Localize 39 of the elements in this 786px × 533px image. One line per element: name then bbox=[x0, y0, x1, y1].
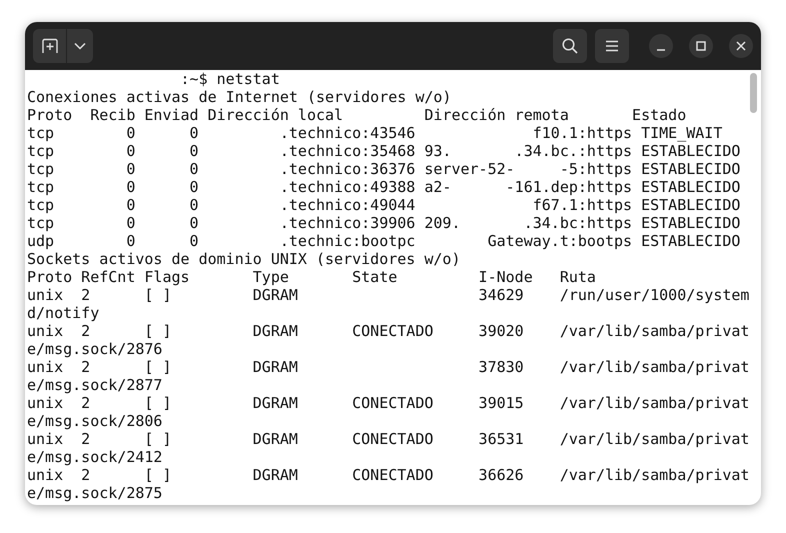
terminal-line: Proto Recib Enviad Dirección local Dirección remota Estado bbox=[27, 106, 686, 124]
terminal-line: unix 2 [ ] DGRAM CONECTADO 36626 /var/lib/samba/privat bbox=[27, 466, 750, 484]
terminal-line: tcp 0 0 .technico:43546 f10.1:https TIME_WAIT bbox=[27, 124, 722, 142]
menu-icon bbox=[605, 40, 619, 52]
search-icon bbox=[562, 38, 578, 54]
terminal-line: e/msg.sock/2875 bbox=[27, 484, 162, 502]
minimize-icon bbox=[657, 48, 665, 50]
minimize-button[interactable] bbox=[649, 34, 673, 58]
scrollbar-thumb[interactable] bbox=[750, 73, 757, 113]
terminal-line: tcp 0 0 .technico:49388 a2- -161.dep:https ESTABLECIDO bbox=[27, 178, 740, 196]
search-button[interactable] bbox=[553, 29, 587, 63]
close-icon bbox=[736, 41, 746, 51]
terminal-line: e/msg.sock/2877 bbox=[27, 376, 162, 394]
terminal-line: tcp 0 0 .technico:49044 f67.1:https ESTABLECIDO bbox=[27, 196, 740, 214]
maximize-icon bbox=[696, 41, 706, 51]
maximize-button[interactable] bbox=[689, 34, 713, 58]
chevron-down-icon bbox=[74, 42, 86, 50]
terminal-line: unix 2 [ ] DGRAM 34629 /run/user/1000/system bbox=[27, 286, 750, 304]
new-tab-icon bbox=[40, 38, 58, 54]
terminal-line: unix 2 [ ] DGRAM CONECTADO 39020 /var/lib/samba/privat bbox=[27, 322, 750, 340]
terminal-line: udp 0 0 .technic:bootpc Gateway.t:bootps ESTABLECIDO bbox=[27, 232, 740, 250]
terminal-line: e/msg.sock/2412 bbox=[27, 448, 162, 466]
terminal-line: Proto RefCnt Flags Type State I-Node Ruta bbox=[27, 268, 596, 286]
dropdown-button[interactable] bbox=[67, 29, 93, 63]
terminal-line: Conexiones activas de Internet (servidores w/o) bbox=[27, 88, 452, 106]
terminal-line: tcp 0 0 .technico:35468 93. .34.bc.:https ESTABLECIDO bbox=[27, 142, 740, 160]
terminal-line: e/msg.sock/2806 bbox=[27, 412, 162, 430]
terminal-line: unix 2 [ ] DGRAM 37830 /var/lib/samba/privat bbox=[27, 358, 750, 376]
new-tab-button[interactable] bbox=[33, 29, 67, 63]
terminal-line: e/msg.sock/2876 bbox=[27, 340, 162, 358]
terminal-line: tcp 0 0 .technico:36376 server-52- -5:https ESTABLECIDO bbox=[27, 160, 740, 178]
terminal-line: Sockets activos de dominio UNIX (servidores w/o) bbox=[27, 250, 460, 268]
terminal-line: d/notify bbox=[27, 304, 100, 322]
close-button[interactable] bbox=[729, 34, 753, 58]
terminal-line: :~$ netstat bbox=[180, 70, 280, 88]
terminal-line: unix 2 [ ] DGRAM CONECTADO 36531 /var/lib/samba/privat bbox=[27, 430, 750, 448]
menu-button[interactable] bbox=[595, 29, 629, 63]
terminal-line: unix 2 [ ] DGRAM CONECTADO 39015 /var/lib/samba/privat bbox=[27, 394, 750, 412]
terminal-line: tcp 0 0 .technico:39906 209. .34.bc:https ESTABLECIDO bbox=[27, 214, 740, 232]
